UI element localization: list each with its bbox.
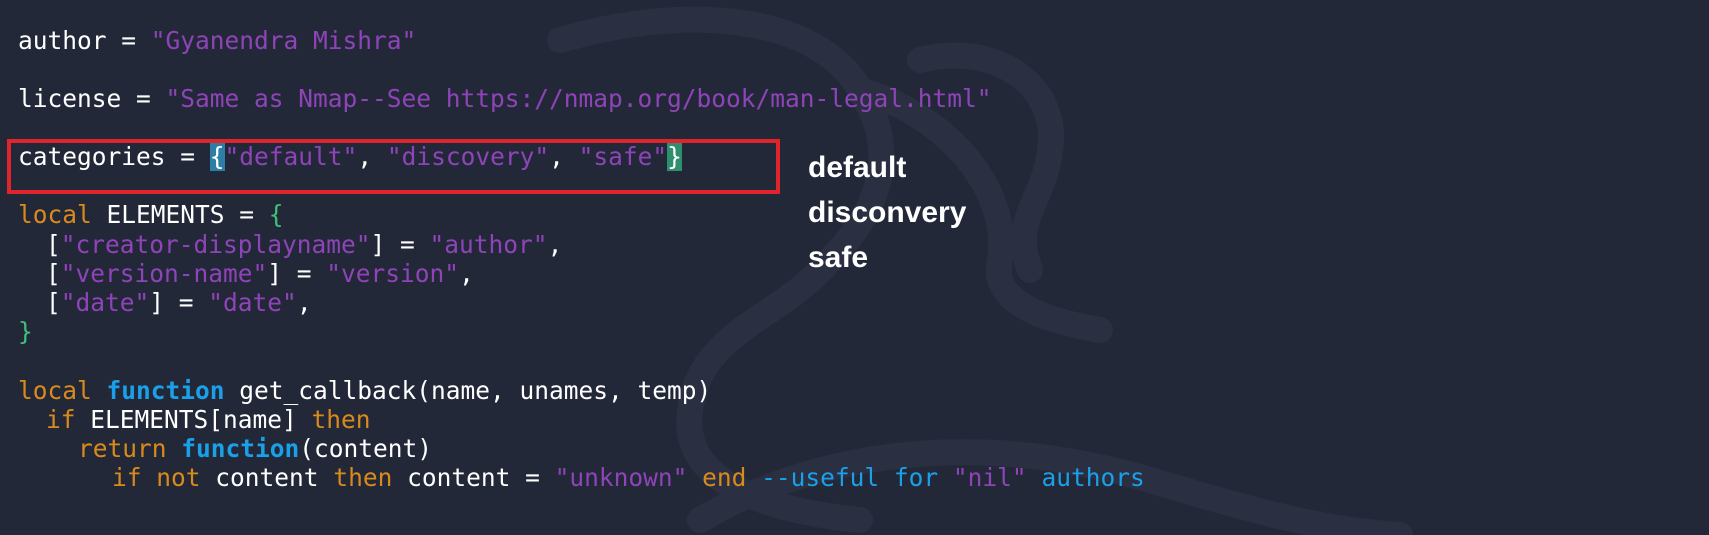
function-signature: get_callback(name, unames, temp) bbox=[224, 376, 712, 405]
code-line-if: if ELEMENTS[name] then bbox=[46, 405, 371, 435]
then-keyword: then bbox=[311, 405, 371, 434]
assign-op: = bbox=[121, 84, 166, 113]
comma: , bbox=[547, 230, 563, 259]
local-keyword: local bbox=[18, 376, 92, 405]
if-keyword: if bbox=[112, 463, 142, 492]
open-brace: { bbox=[268, 200, 284, 229]
terminal-window: author = "Gyanendra Mishra" license = "S… bbox=[0, 0, 1709, 535]
code-line-if-not: if not content then content = "unknown" … bbox=[112, 463, 1145, 493]
annotation-default: default bbox=[808, 151, 907, 184]
author-variable: author bbox=[18, 26, 107, 55]
code-line-element-1: ["creator-displayname"] = "author", bbox=[46, 230, 562, 260]
assignment: content = bbox=[392, 463, 555, 492]
assign-op: ] = bbox=[370, 230, 430, 259]
code-line-return: return function(content) bbox=[78, 434, 432, 464]
comment: --useful for bbox=[761, 463, 953, 492]
categories-highlight-box bbox=[7, 139, 780, 194]
code-line-license: license = "Same as Nmap--See https://nma… bbox=[18, 84, 992, 114]
function-args: (content) bbox=[299, 434, 433, 463]
annotation-safe: safe bbox=[808, 241, 869, 274]
local-keyword: local bbox=[18, 200, 92, 229]
bracket: [ bbox=[46, 259, 61, 288]
element-key-string: "creator-displayname" bbox=[60, 230, 371, 259]
not-keyword: not bbox=[156, 463, 201, 492]
element-value-string: "version" bbox=[326, 259, 460, 288]
code-line-element-2: ["version-name"] = "version", bbox=[46, 259, 474, 289]
code-line-function-decl: local function get_callback(name, unames… bbox=[18, 376, 711, 406]
return-keyword: return bbox=[78, 434, 167, 463]
author-string: "Gyanendra Mishra" bbox=[150, 26, 417, 55]
comma: , bbox=[296, 288, 312, 317]
element-key-string: "version-name" bbox=[60, 259, 268, 288]
license-string: "Same as Nmap--See https://nmap.org/book… bbox=[165, 84, 992, 113]
bracket: [ bbox=[46, 288, 61, 317]
content-variable: content bbox=[200, 463, 334, 492]
if-keyword: if bbox=[46, 405, 76, 434]
element-key-string: "date" bbox=[60, 288, 150, 317]
function-keyword: function bbox=[181, 434, 300, 463]
code-line-elements-close: } bbox=[18, 317, 33, 347]
function-keyword: function bbox=[106, 376, 225, 405]
nil-string: "nil" bbox=[952, 463, 1027, 492]
bracket: [ bbox=[46, 230, 61, 259]
element-value-string: "author" bbox=[429, 230, 548, 259]
assign-op: ] = bbox=[267, 259, 327, 288]
then-keyword: then bbox=[333, 463, 393, 492]
unknown-string: "unknown" bbox=[554, 463, 688, 492]
code-line-element-3: ["date"] = "date", bbox=[46, 288, 312, 318]
close-brace: } bbox=[18, 317, 33, 346]
comma: , bbox=[459, 259, 474, 288]
annotation-disconvery: disconvery bbox=[808, 196, 967, 229]
assign-op: = bbox=[106, 26, 151, 55]
code-line-author: author = "Gyanendra Mishra" bbox=[18, 26, 416, 56]
comment-tail: authors bbox=[1026, 463, 1145, 492]
element-value-string: "date" bbox=[208, 288, 297, 317]
end-keyword: end bbox=[702, 463, 747, 492]
assign-op: ] = bbox=[149, 288, 209, 317]
license-variable: license bbox=[18, 84, 122, 113]
if-condition: ELEMENTS[name] bbox=[75, 405, 312, 434]
code-line-elements-decl: local ELEMENTS = { bbox=[18, 200, 284, 230]
elements-declaration: ELEMENTS = bbox=[91, 200, 269, 229]
